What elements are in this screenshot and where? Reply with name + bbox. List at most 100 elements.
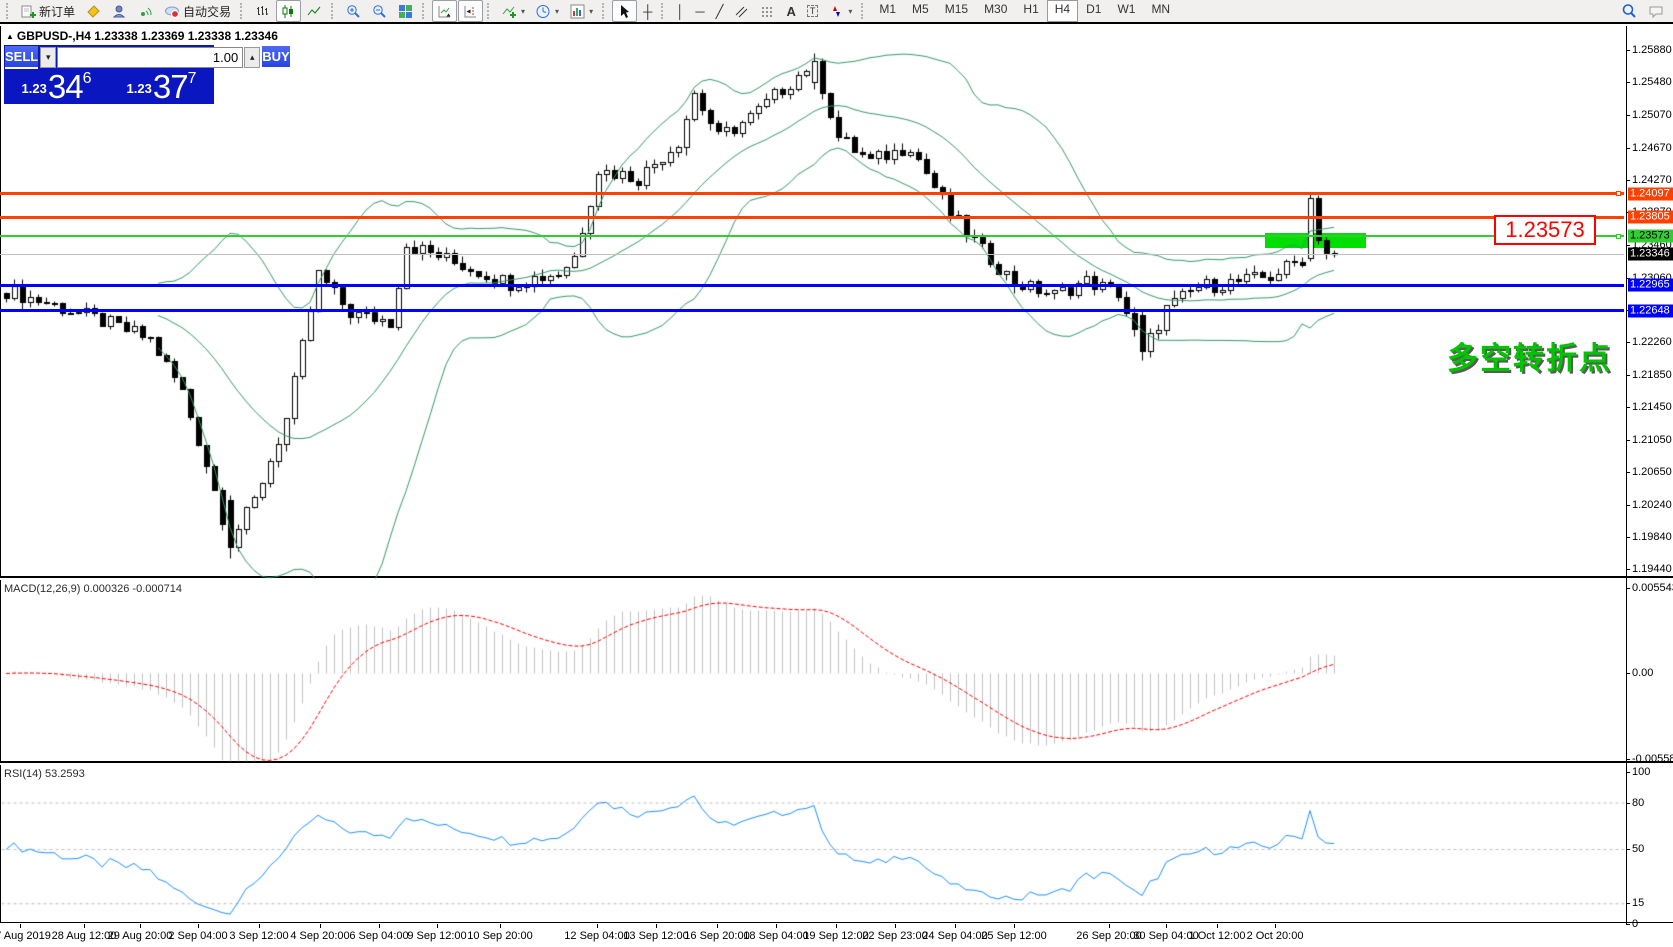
search-button[interactable] — [1616, 0, 1642, 22]
line-chart-type-button[interactable] — [302, 0, 327, 22]
time-axis-tick — [1109, 924, 1110, 928]
text-tool-button[interactable]: A — [781, 0, 800, 22]
timeframe-button-D1[interactable]: D1 — [1078, 0, 1109, 22]
crosshair-tool-button[interactable]: ┼ — [638, 0, 657, 22]
toolbar-grip[interactable] — [602, 3, 608, 19]
bookmark-button[interactable] — [81, 0, 106, 22]
arrows-tool-button[interactable]: ▾ — [824, 0, 857, 22]
indicators-button[interactable]: ▾ — [497, 0, 530, 22]
horizontal-line-object[interactable] — [0, 216, 1624, 219]
horizontal-line-object[interactable] — [0, 235, 1624, 237]
time-axis-tick — [379, 924, 380, 928]
tile-windows-button[interactable] — [393, 0, 418, 22]
symbol-name: GBPUSD-, — [16, 29, 76, 43]
signal-button[interactable] — [133, 0, 158, 22]
label-tool-icon: T — [806, 5, 819, 17]
periods-button[interactable]: ▾ — [531, 0, 564, 22]
timeframe-button-MN[interactable]: MN — [1143, 0, 1178, 22]
volume-stepper: ▾ ▴ — [40, 46, 261, 69]
chart-shift-button[interactable] — [458, 0, 484, 22]
toolbar-grip[interactable] — [861, 3, 867, 19]
time-axis-label: 16 Sep 20:00 — [684, 930, 750, 942]
buy-price-bigfigure: 1.23 — [126, 81, 152, 96]
time-axis-label: 3 Sep 12:00 — [229, 930, 289, 942]
profile-button[interactable] — [107, 0, 132, 22]
rsi-axis-tick-label: 80 — [1632, 797, 1645, 809]
indicators-icon — [502, 6, 517, 18]
timeframe-button-M5[interactable]: M5 — [904, 0, 937, 22]
line-price-label: 1.22648 — [1628, 304, 1673, 318]
price-axis-tick-label: 1.20240 — [1632, 499, 1672, 511]
toolbar-grip[interactable] — [331, 3, 337, 19]
timeframe-button-H1[interactable]: H1 — [1015, 0, 1046, 22]
horizontal-line-object[interactable] — [0, 309, 1624, 312]
sell-button[interactable]: SELL — [5, 46, 39, 69]
price-axis-tick-label: 1.24270 — [1632, 174, 1672, 186]
arrows-icon — [833, 5, 841, 17]
zoom-in-button[interactable] — [341, 0, 366, 22]
rsi-axis-tick — [1626, 849, 1630, 850]
bar-chart-type-button[interactable] — [250, 0, 275, 22]
collapse-arrow-icon[interactable]: ▲ — [6, 32, 14, 41]
auto-scroll-button[interactable] — [432, 0, 458, 22]
buy-button[interactable]: BUY — [262, 46, 290, 69]
new-order-button[interactable]: 新订单 — [16, 0, 80, 22]
rsi-axis-tick — [1626, 772, 1630, 773]
volume-decrease-button[interactable]: ▾ — [40, 47, 57, 68]
templates-button[interactable]: ▾ — [565, 0, 598, 22]
price-axis-tick — [1626, 472, 1630, 473]
vertical-line-icon: │ — [676, 3, 685, 19]
label-tool-button[interactable]: T — [802, 0, 824, 22]
toolbar-grip[interactable] — [661, 3, 667, 19]
auto-trading-button[interactable]: 自动交易 — [159, 0, 236, 22]
zoom-out-button[interactable] — [367, 0, 392, 22]
chat-button[interactable] — [1643, 0, 1670, 22]
toolbar-grip[interactable] — [6, 3, 12, 19]
candlestick-chart-icon — [282, 4, 294, 18]
buy-price-button[interactable]: 1.23 37 7 — [110, 70, 213, 103]
line-endpoint-marker[interactable] — [1616, 191, 1621, 196]
time-axis-tick — [776, 924, 777, 928]
price-tag-annotation[interactable]: 1.23573 — [1494, 215, 1596, 245]
trendline-tool-button[interactable]: ╱ — [711, 0, 729, 22]
price-axis-line[interactable] — [1626, 26, 1627, 924]
fibonacci-tool-button[interactable] — [755, 0, 780, 22]
sell-price-button[interactable]: 1.23 34 6 — [5, 70, 108, 103]
time-axis-label: 4 Sep 20:00 — [290, 930, 350, 942]
chart-canvas[interactable] — [0, 0, 1673, 947]
horizontal-line-object[interactable] — [0, 192, 1624, 195]
toolbar-grip[interactable] — [487, 3, 493, 19]
one-click-trading-panel: SELL ▾ ▴ BUY 1.23346 1.23377 — [4, 45, 290, 104]
toolbar-grip[interactable] — [240, 3, 246, 19]
time-axis-tick — [597, 924, 598, 928]
timeframe-button-M15[interactable]: M15 — [937, 0, 976, 22]
auto-trading-icon — [165, 6, 180, 18]
line-endpoint-marker[interactable] — [1616, 234, 1621, 239]
yellow-tag-icon — [87, 4, 100, 18]
timeframe-button-H4[interactable]: H4 — [1046, 0, 1079, 22]
timeframe-button-M30[interactable]: M30 — [976, 0, 1015, 22]
mt4-window: 新订单 自动交易 ▾ ▾ ▾ ┼ │ ─ ╱ A T ▾ M1 M5 M15 M… — [0, 0, 1673, 947]
volume-input[interactable] — [57, 47, 244, 68]
channel-tool-button[interactable] — [729, 0, 754, 22]
cursor-tool-button[interactable] — [612, 0, 638, 22]
macd-axis-tick-label: 0.00 — [1632, 667, 1654, 679]
timeframe-button-W1[interactable]: W1 — [1109, 0, 1143, 22]
time-axis-tick — [717, 924, 718, 928]
price-axis-tick-label: 1.19840 — [1632, 531, 1672, 543]
vertical-line-tool-button[interactable]: │ — [671, 0, 689, 22]
horizontal-line-object[interactable] — [0, 284, 1624, 287]
horizontal-line-tool-button[interactable]: ─ — [690, 0, 709, 22]
ohlc-low: 1.23338 — [187, 29, 232, 43]
time-axis-label: 26 Sep 20:00 — [1076, 930, 1142, 942]
volume-increase-button[interactable]: ▴ — [244, 47, 261, 68]
turning-point-annotation[interactable]: 多空转折点 — [1447, 333, 1612, 378]
timeframe-button-M1[interactable]: M1 — [871, 0, 904, 22]
candlestick-chart-type-button[interactable] — [276, 0, 302, 22]
sell-price-pips: 34 — [47, 67, 84, 105]
price-axis-tick-label: 1.25880 — [1632, 44, 1672, 56]
toolbar-grip[interactable] — [422, 3, 428, 19]
dropdown-caret-icon: ▾ — [521, 6, 526, 16]
signal-icon — [141, 7, 152, 16]
time-axis-label: 2 Sep 04:00 — [168, 930, 228, 942]
